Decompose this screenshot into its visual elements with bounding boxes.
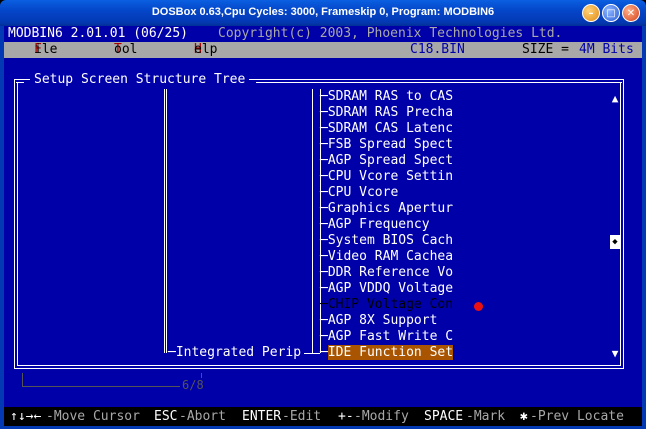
status-desc-modify: -Modify xyxy=(354,409,409,424)
app-version: MODBIN6 2.01.01 (06/25) xyxy=(8,26,189,42)
status-key-move: ↑↓→← xyxy=(10,409,42,424)
status-key-prev: ✱ xyxy=(520,409,528,424)
tree-connector: ─ xyxy=(320,329,328,344)
size-value: 4M Bits xyxy=(579,42,634,57)
tree-connector: ─ xyxy=(320,297,328,312)
tree-connector: ─ xyxy=(320,313,328,328)
status-desc-prev: -Prev Locate xyxy=(530,409,624,424)
status-desc-esc: -Abort xyxy=(179,409,226,424)
red-marker xyxy=(474,302,483,311)
status-desc-move: -Move Cursor xyxy=(46,409,140,424)
tree-item[interactable]: ─Graphics Apertur xyxy=(320,201,453,217)
tree-item[interactable]: ─FSB Spread Spect xyxy=(320,137,453,153)
tree-item[interactable]: ─IDE Function Set xyxy=(320,345,454,361)
window-title: DOSBox 0.63,Cpu Cycles: 3000, Frameskip … xyxy=(151,6,495,18)
page-box xyxy=(22,373,202,387)
tree-item-label: CPU Vcore xyxy=(327,185,399,200)
tree-item[interactable]: ─SDRAM CAS Latenc xyxy=(320,121,453,137)
tree-item[interactable]: ─CPU Vcore Settin xyxy=(320,169,453,185)
parent-node-integrated-perip[interactable]: ─Integrated Perip xyxy=(168,345,301,361)
page-indicator: 6/8 xyxy=(180,378,206,392)
minimize-icon[interactable]: – xyxy=(582,4,600,22)
status-key-modify: +- xyxy=(338,409,354,424)
tree-item-label: AGP Fast Write C xyxy=(327,329,454,344)
status-key-enter: ENTER xyxy=(242,409,282,424)
status-key-space: SPACE xyxy=(424,409,464,424)
status-desc-enter: -Edit xyxy=(282,409,322,424)
close-icon[interactable]: ✕ xyxy=(622,4,640,22)
scrollbar[interactable]: ▲ ◆ ▼ xyxy=(609,89,621,360)
tree-item-label: FSB Spread Spect xyxy=(327,137,454,152)
tree-item-label: AGP Spread Spect xyxy=(327,153,454,168)
menu-bar: File Tool Help C18.BIN SIZE = 4M Bits xyxy=(4,42,642,58)
tree-item[interactable]: ─AGP 8X Support xyxy=(320,313,437,329)
tree-connector: ─ xyxy=(320,153,328,168)
tree-item-label: Graphics Apertur xyxy=(327,201,454,216)
tree-connector: ─ xyxy=(320,265,328,280)
tree-item-label: AGP Frequency xyxy=(327,217,430,232)
tree-connector: ─ xyxy=(320,345,328,360)
tree-item[interactable]: ─CPU Vcore xyxy=(320,185,398,201)
dos-screen: MODBIN6 2.01.01 (06/25) Copyright(c) 200… xyxy=(4,26,642,427)
window-frame-right xyxy=(642,26,646,429)
tree-item[interactable]: ─AGP Frequency xyxy=(320,217,430,233)
tree-item-label: SDRAM RAS Precha xyxy=(327,105,454,120)
tree-item[interactable]: ─AGP Spread Spect xyxy=(320,153,453,169)
tree-connector: ─ xyxy=(320,137,328,152)
tree-connector: ─ xyxy=(320,281,328,296)
tree-item-label: SDRAM RAS to CAS xyxy=(327,89,454,104)
tree-connector: ─ xyxy=(320,185,328,200)
tree-item-label: AGP VDDQ Voltage xyxy=(327,281,454,296)
tree-connector: ─ xyxy=(320,201,328,216)
tree-item-label: CHIP Voltage Con xyxy=(327,297,454,312)
maximize-icon[interactable]: □ xyxy=(602,4,620,22)
tree-item-label: Video RAM Cachea xyxy=(327,249,454,264)
tree-item[interactable]: ─SDRAM RAS to CAS xyxy=(320,89,453,105)
scroll-thumb[interactable]: ◆ xyxy=(610,235,620,249)
tree-item-label: CPU Vcore Settin xyxy=(327,169,454,184)
tree-item[interactable]: ─Video RAM Cachea xyxy=(320,249,453,265)
tree-connector: ─ xyxy=(320,249,328,264)
tree-connector: ─ xyxy=(320,233,328,248)
status-bar: ↑↓→← -Move Cursor ESC -Abort ENTER -Edit… xyxy=(4,407,642,427)
tree-connector: ─ xyxy=(320,121,328,136)
scroll-down-icon[interactable]: ▼ xyxy=(609,347,621,360)
tree-item[interactable]: ─AGP VDDQ Voltage xyxy=(320,281,453,297)
status-key-esc: ESC xyxy=(154,409,178,424)
tree-connector: ─ xyxy=(320,217,328,232)
header-line: MODBIN6 2.01.01 (06/25) Copyright(c) 200… xyxy=(4,26,642,42)
tree-item[interactable]: ─SDRAM RAS Precha xyxy=(320,105,453,121)
tree-item-label: SDRAM CAS Latenc xyxy=(327,121,454,136)
bin-file-name: C18.BIN xyxy=(410,42,465,57)
tree-item-label: AGP 8X Support xyxy=(327,313,438,328)
tree-item[interactable]: ─AGP Fast Write C xyxy=(320,329,453,345)
scroll-up-icon[interactable]: ▲ xyxy=(609,92,621,105)
tree-connector: ─ xyxy=(320,105,328,120)
status-desc-space: -Mark xyxy=(466,409,506,424)
tree-item[interactable]: ─DDR Reference Vo xyxy=(320,265,453,281)
tree-connector: ─ xyxy=(320,169,328,184)
tree-item-label: DDR Reference Vo xyxy=(327,265,454,280)
tree-item-label: IDE Function Set xyxy=(327,345,454,360)
panel-title: Setup Screen Structure Tree xyxy=(30,73,250,87)
tree-item[interactable]: ─System BIOS Cach xyxy=(320,233,453,249)
copyright-text: Copyright(c) 2003, Phoenix Technologies … xyxy=(218,26,563,41)
size-label: SIZE = xyxy=(522,42,569,57)
window-titlebar[interactable]: DOSBox 0.63,Cpu Cycles: 3000, Frameskip … xyxy=(0,0,646,26)
tree-item-label: System BIOS Cach xyxy=(327,233,454,248)
tree-item[interactable]: ─CHIP Voltage Con xyxy=(320,297,453,313)
tree-connector: ─ xyxy=(320,89,328,104)
